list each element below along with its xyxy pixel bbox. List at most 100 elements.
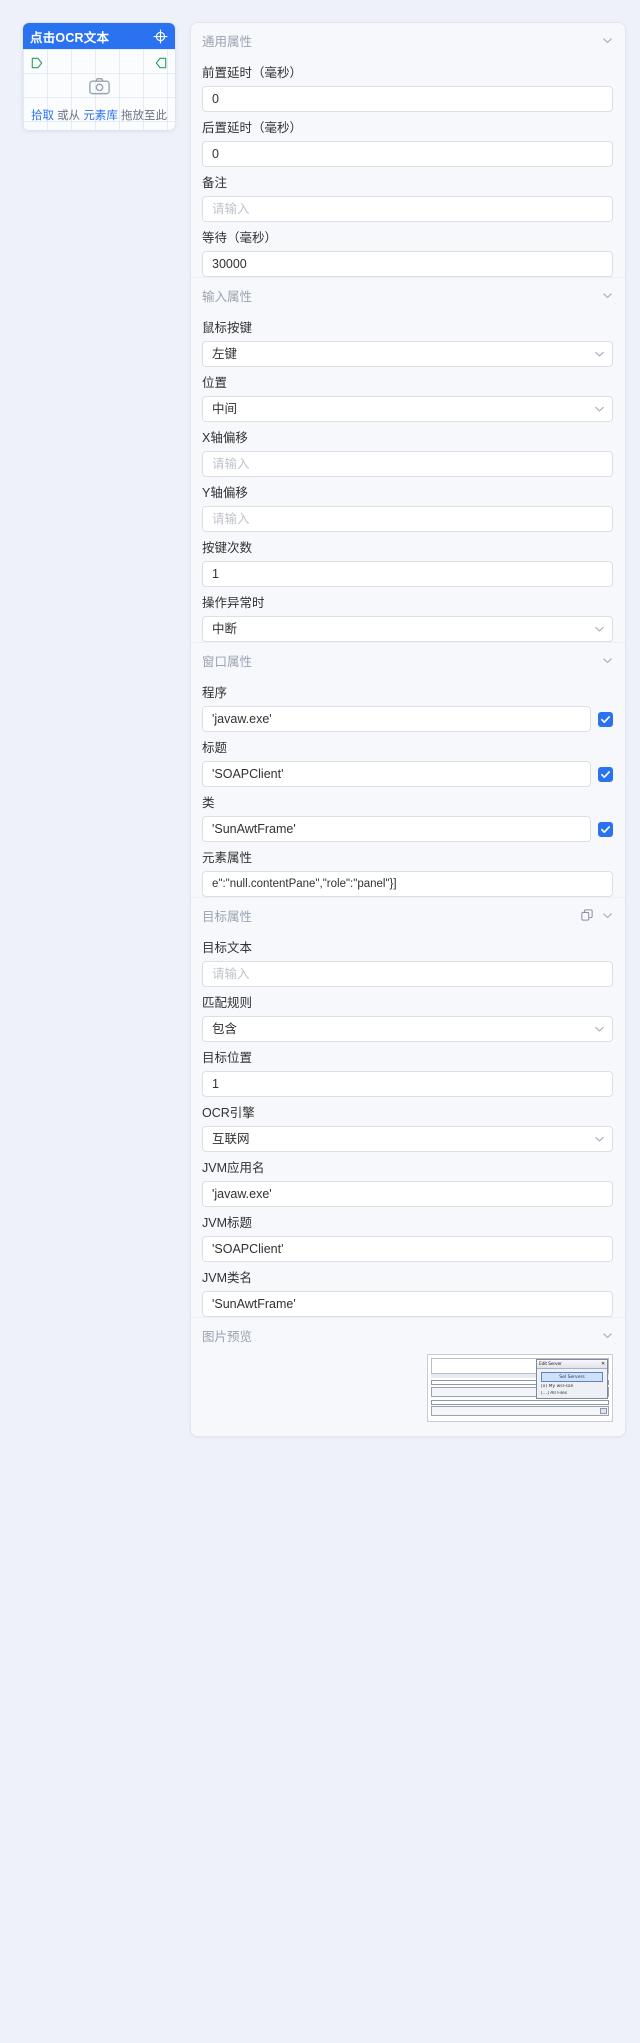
g1-f1-select-value: 中间 — [212, 402, 238, 416]
capture-card-title: 点击OCR文本 — [30, 30, 110, 45]
crosshair-icon[interactable] — [153, 29, 168, 44]
g1-f5-label: 操作异常时 — [202, 596, 265, 610]
copy-icon[interactable] — [581, 909, 593, 921]
capture-hint: 拾取 或从 元素库 拖放至此 — [23, 107, 175, 123]
element-capture-card[interactable]: 点击OCR文本 拾取 或从 元素库 拖放至此 — [22, 22, 176, 131]
g1-f2-input[interactable]: 请输入 — [202, 451, 613, 477]
group-title: 图片预览 — [202, 1329, 253, 1344]
preview-dialog-line-2: [...] All Files — [541, 1391, 568, 1396]
g3-f4-field: JVM应用名 'javaw.exe' — [191, 1161, 625, 1207]
g2-f2-checkbox[interactable] — [598, 821, 613, 837]
g1-f1-label: 位置 — [202, 376, 228, 390]
preview-dialog: Edit Server ✕ Sel Servers [x] My wsl-san [..… — [536, 1359, 608, 1399]
g2-f1-input[interactable]: 'SOAPClient' — [202, 761, 591, 787]
group-title: 输入属性 — [202, 289, 253, 304]
g2-f3-label: 元素属性 — [202, 851, 253, 865]
element-marker-left-icon — [31, 57, 43, 69]
g3-f1-label: 匹配规则 — [202, 996, 253, 1010]
g1-f5-select-value: 中断 — [212, 622, 238, 636]
image-preview-wrap: Edit Server ✕ Sel Servers [x] My wsl-san [..… — [191, 1352, 625, 1426]
preview-dialog-line-1: [x] My wsl-san — [541, 1384, 574, 1389]
g0-f1-label: 后置延时（毫秒） — [202, 121, 303, 135]
g1-f0-label: 鼠标按键 — [202, 321, 253, 335]
g1-f3-label: Y轴偏移 — [202, 486, 248, 500]
element-capture-column: 点击OCR文本 拾取 或从 元素库 拖放至此 — [22, 22, 176, 131]
g1-f0-select-value: 左键 — [212, 347, 238, 361]
properties-panel: 通用属性 前置延时（毫秒） 0 后置延时（毫秒） 0 备注 请输入 等待（毫秒） 30000 输入… — [190, 22, 626, 1437]
g2-f0-input[interactable]: 'javaw.exe' — [202, 706, 591, 732]
chevron-down-icon[interactable] — [602, 35, 613, 46]
g1-f4-input[interactable]: 1 — [202, 561, 613, 587]
g2-f1-checkbox[interactable] — [598, 766, 613, 782]
g1-f3-field: Y轴偏移请输入 — [191, 486, 625, 532]
g1-f3-input[interactable]: 请输入 — [202, 506, 613, 532]
g3-f6-input[interactable]: 'SunAwtFrame' — [202, 1291, 613, 1317]
g3-f6-label: JVM类名 — [202, 1271, 253, 1285]
g1-f0-select[interactable]: 左键 — [202, 341, 613, 367]
capture-card-header: 点击OCR文本 — [23, 23, 175, 49]
g3-f5-field: JVM标题 'SOAPClient' — [191, 1216, 625, 1262]
image-preview[interactable]: Edit Server ✕ Sel Servers [x] My wsl-san [..… — [427, 1354, 613, 1422]
g2-f1-field: 标题 'SOAPClient' — [191, 741, 625, 787]
g0-f0-label: 前置延时（毫秒） — [202, 66, 303, 80]
capture-card-dropzone[interactable]: 拾取 或从 元素库 拖放至此 — [23, 49, 175, 130]
g0-f0-field: 前置延时（毫秒） 0 — [191, 66, 625, 112]
g0-f1-input[interactable]: 0 — [202, 141, 613, 167]
g1-f0-field: 鼠标按键 左键 — [191, 321, 625, 367]
group-header-2[interactable]: 窗口属性 — [191, 642, 625, 677]
g0-f3-label: 等待（毫秒） — [202, 231, 278, 245]
chevron-down-icon[interactable] — [602, 655, 613, 666]
group-title: 通用属性 — [202, 34, 253, 49]
g1-f5-field: 操作异常时中断 — [191, 596, 625, 642]
capture-hint-end: 拖放至此 — [117, 110, 168, 122]
g3-f0-input[interactable]: 请输入 — [202, 961, 613, 987]
g3-f0-field: 目标文本 请输入 — [191, 941, 625, 987]
g0-f2-field: 备注 请输入 — [191, 176, 625, 222]
chevron-down-icon[interactable] — [602, 1330, 613, 1341]
group-title: 窗口属性 — [202, 654, 253, 669]
chevron-down-icon[interactable] — [602, 290, 613, 301]
preview-dialog-close-icon: ✕ — [601, 1361, 605, 1367]
g0-f1-field: 后置延时（毫秒） 0 — [191, 121, 625, 167]
g3-f5-input[interactable]: 'SOAPClient' — [202, 1236, 613, 1262]
g0-f2-label: 备注 — [202, 176, 228, 190]
pick-element-link[interactable]: 拾取 — [31, 110, 54, 122]
g2-f0-checkbox[interactable] — [598, 711, 613, 727]
g0-f3-input[interactable]: 30000 — [202, 251, 613, 277]
g1-f2-field: X轴偏移请输入 — [191, 431, 625, 477]
g3-f3-field: OCR引擎互联网 — [191, 1106, 625, 1152]
g1-f2-label: X轴偏移 — [202, 431, 248, 445]
group-header-0[interactable]: 通用属性 — [191, 23, 625, 57]
g2-f3-input[interactable]: e":"null.contentPane","role":"panel"}] — [202, 871, 613, 897]
g3-f6-field: JVM类名 'SunAwtFrame' — [191, 1271, 625, 1317]
g3-f1-select[interactable]: 包含 — [202, 1016, 613, 1042]
g2-f1-label: 标题 — [202, 741, 228, 755]
g3-f2-label: 目标位置 — [202, 1051, 253, 1065]
preview-dialog-button: Sel Servers — [541, 1372, 603, 1382]
g3-f3-select-value: 互联网 — [212, 1132, 250, 1146]
g2-f0-field: 程序 'javaw.exe' — [191, 686, 625, 732]
chevron-down-icon[interactable] — [602, 910, 613, 921]
camera-icon — [23, 77, 175, 95]
g3-f4-input[interactable]: 'javaw.exe' — [202, 1181, 613, 1207]
g3-f3-label: OCR引擎 — [202, 1106, 255, 1120]
g0-f3-field: 等待（毫秒） 30000 — [191, 231, 625, 277]
g1-f1-field: 位置中间 — [191, 376, 625, 422]
element-marker-right-icon — [155, 57, 167, 69]
g3-f4-label: JVM应用名 — [202, 1161, 265, 1175]
group-header-4[interactable]: 图片预览 — [191, 1317, 625, 1352]
g1-f4-field: 按键次数 1 — [191, 541, 625, 587]
g2-f3-field: 元素属性 e":"null.contentPane","role":"panel"… — [191, 851, 625, 897]
g1-f4-label: 按键次数 — [202, 541, 253, 555]
group-header-3[interactable]: 目标属性 — [191, 897, 625, 932]
g3-f2-input[interactable]: 1 — [202, 1071, 613, 1097]
g3-f3-select[interactable]: 互联网 — [202, 1126, 613, 1152]
g0-f0-input[interactable]: 0 — [202, 86, 613, 112]
g2-f2-input[interactable]: 'SunAwtFrame' — [202, 816, 591, 842]
g1-f5-select[interactable]: 中断 — [202, 616, 613, 642]
g1-f1-select[interactable]: 中间 — [202, 396, 613, 422]
g0-f2-input[interactable]: 请输入 — [202, 196, 613, 222]
element-library-link[interactable]: 元素库 — [83, 110, 118, 122]
group-header-1[interactable]: 输入属性 — [191, 277, 625, 312]
g3-f1-select-value: 包含 — [212, 1022, 238, 1036]
